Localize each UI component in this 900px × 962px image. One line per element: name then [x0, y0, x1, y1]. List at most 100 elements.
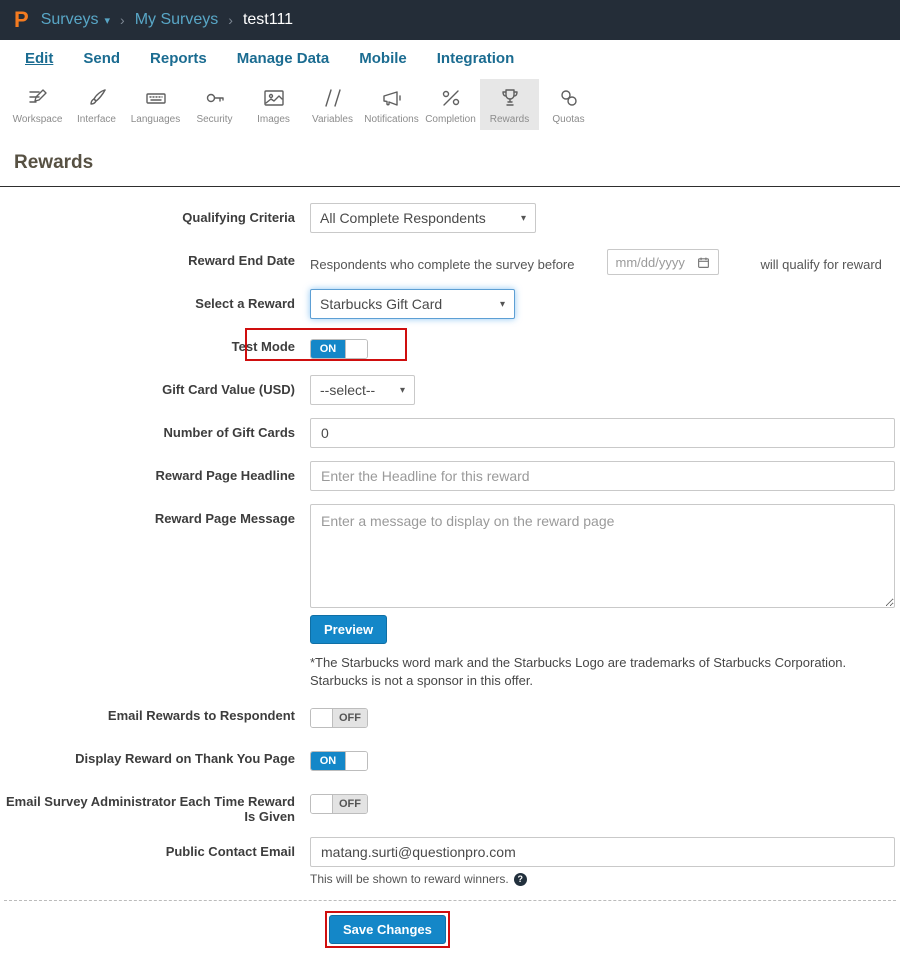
chevron-down-icon[interactable]: ▾: [104, 14, 110, 27]
tool-label: Images: [257, 114, 290, 125]
field-label: Public Contact Email: [165, 844, 295, 860]
save-row: Save Changes: [325, 911, 900, 962]
completion-icon: [442, 90, 459, 106]
tool-security[interactable]: Security: [185, 79, 244, 130]
display-reward-toggle[interactable]: ON: [310, 751, 368, 772]
date-prefix-text: Respondents who complete the survey befo…: [310, 257, 575, 272]
toggle-off-label: OFF: [333, 795, 367, 814]
public-email-helper: This will be shown to reward winners. ?: [310, 872, 527, 886]
images-icon: [263, 90, 284, 106]
save-highlight-box: Save Changes: [325, 911, 450, 949]
workspace-icon: [28, 89, 47, 103]
display-reward-row: Display Reward on Thank You Page ON: [0, 744, 900, 774]
tool-images[interactable]: Images: [244, 79, 303, 130]
toggle-knob: [345, 752, 367, 771]
public-email-row: Public Contact Email This will be shown …: [0, 837, 900, 886]
field-label: Reward Page Headline: [155, 468, 295, 483]
field-label: Reward End Date: [188, 253, 295, 268]
footer-divider: [4, 900, 896, 902]
email-rewards-toggle[interactable]: OFF: [310, 708, 368, 729]
breadcrumb-separator-icon: ›: [120, 12, 125, 28]
field-label: Number of Gift Cards: [163, 425, 295, 440]
select-reward-select[interactable]: Starbucks Gift Card ▾: [310, 289, 515, 319]
menu-item-mobile[interactable]: Mobile: [344, 40, 422, 75]
tool-languages[interactable]: Languages: [126, 79, 185, 130]
email-admin-row: Email Survey Administrator Each Time Rew…: [0, 787, 900, 824]
breadcrumb: Surveys ▾ › My Surveys › test111: [41, 11, 293, 29]
tool-label: Notifications: [364, 114, 419, 125]
menu-item-reports[interactable]: Reports: [135, 40, 222, 75]
field-label: Email Survey Administrator Each Time Rew…: [6, 794, 295, 825]
disclaimer-row: *The Starbucks word mark and the Starbuc…: [0, 652, 900, 689]
variables-icon: [324, 89, 341, 107]
select-value: All Complete Respondents: [320, 210, 486, 226]
toggle-on-label: ON: [311, 340, 345, 358]
field-label: Display Reward on Thank You Page: [75, 751, 295, 767]
toggle-off-label: OFF: [333, 709, 367, 728]
settings-toolbar: Workspace Interface Languages Security I…: [0, 75, 900, 136]
calendar-icon[interactable]: [697, 256, 710, 269]
reward-end-date-row: Reward End Date Respondents who complete…: [0, 246, 900, 276]
preview-button[interactable]: Preview: [310, 614, 388, 644]
tool-label: Interface: [77, 114, 116, 125]
languages-icon: [145, 93, 166, 104]
main-menu: Edit Send Reports Manage Data Mobile Int…: [0, 40, 900, 75]
email-admin-toggle[interactable]: OFF: [310, 794, 368, 815]
number-gift-cards-input[interactable]: [310, 418, 895, 448]
field-label: Select a Reward: [195, 296, 295, 311]
test-mode-toggle[interactable]: ON: [310, 339, 368, 359]
public-contact-email-input[interactable]: [310, 837, 895, 868]
reward-message-textarea[interactable]: [310, 504, 895, 608]
tool-interface[interactable]: Interface: [67, 79, 126, 130]
field-label: Gift Card Value (USD): [162, 382, 295, 397]
menu-item-manage-data[interactable]: Manage Data: [222, 40, 345, 75]
toggle-on-label: ON: [311, 752, 345, 771]
menu-item-send[interactable]: Send: [68, 40, 135, 75]
gift-card-value-select[interactable]: --select-- ▾: [310, 375, 415, 405]
tool-label: Security: [196, 114, 233, 125]
save-changes-button[interactable]: Save Changes: [329, 915, 446, 945]
number-gift-cards-row: Number of Gift Cards: [0, 418, 900, 448]
caret-down-icon: ▾: [399, 384, 405, 396]
toggle-knob: [311, 709, 333, 728]
interface-icon: [89, 89, 106, 105]
tool-rewards[interactable]: Rewards: [480, 79, 539, 130]
help-icon[interactable]: ?: [513, 872, 527, 886]
rewards-icon: [501, 89, 518, 106]
tool-variables[interactable]: Variables: [303, 79, 362, 130]
breadcrumb-survey-name: test111: [242, 11, 294, 28]
menu-item-integration[interactable]: Integration: [422, 40, 530, 75]
reward-headline-input[interactable]: [310, 461, 895, 491]
tool-quotas[interactable]: Quotas: [539, 79, 598, 130]
breadcrumb-separator-icon: ›: [228, 12, 233, 28]
tool-label: Variables: [312, 114, 353, 125]
tool-label: Languages: [130, 114, 181, 125]
field-label: Email Rewards to Respondent: [107, 708, 295, 724]
reward-end-date-input[interactable]: mm/dd/yyyy: [606, 249, 719, 275]
tool-completion[interactable]: Completion: [421, 79, 480, 130]
helper-text: This will be shown to reward winners.: [310, 872, 509, 887]
message-row: Reward Page Message: [0, 504, 900, 608]
preview-row: Preview: [0, 614, 900, 644]
breadcrumb-my-surveys[interactable]: My Surveys: [135, 11, 219, 29]
tool-label: Completion: [425, 114, 476, 125]
select-value: Starbucks Gift Card: [320, 296, 443, 312]
field-label: Reward Page Message: [154, 511, 295, 526]
headline-row: Reward Page Headline: [0, 461, 900, 491]
tool-workspace[interactable]: Workspace: [8, 79, 67, 130]
email-rewards-row: Email Rewards to Respondent OFF: [0, 701, 900, 731]
gift-card-value-row: Gift Card Value (USD) --select-- ▾: [0, 375, 900, 405]
tool-label: Quotas: [552, 114, 585, 125]
qualifying-criteria-select[interactable]: All Complete Respondents ▾: [310, 203, 536, 233]
questionpro-logo[interactable]: P: [14, 9, 29, 31]
quotas-icon: [560, 90, 577, 106]
security-icon: [206, 93, 224, 103]
caret-down-icon: ▾: [499, 298, 505, 310]
caret-down-icon: ▾: [520, 212, 526, 224]
menu-item-edit[interactable]: Edit: [10, 40, 68, 75]
breadcrumb-surveys[interactable]: Surveys: [41, 11, 99, 29]
toggle-knob: [345, 340, 367, 358]
top-header: P Surveys ▾ › My Surveys › test111: [0, 0, 900, 40]
tool-notifications[interactable]: Notifications: [362, 79, 421, 130]
rewards-form: Qualifying Criteria All Complete Respond…: [0, 187, 900, 962]
